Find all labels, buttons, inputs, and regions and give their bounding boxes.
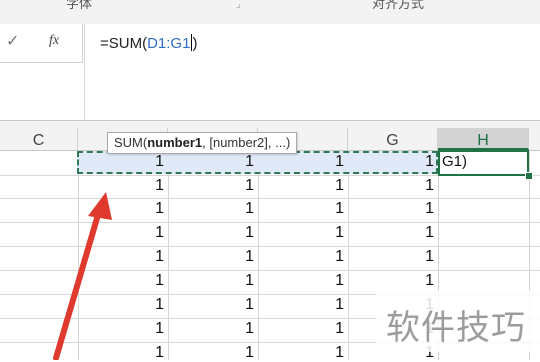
- arrow-head: [88, 192, 112, 220]
- watermark-text: 软件技巧: [386, 308, 526, 348]
- arrow-shaft: [53, 205, 103, 360]
